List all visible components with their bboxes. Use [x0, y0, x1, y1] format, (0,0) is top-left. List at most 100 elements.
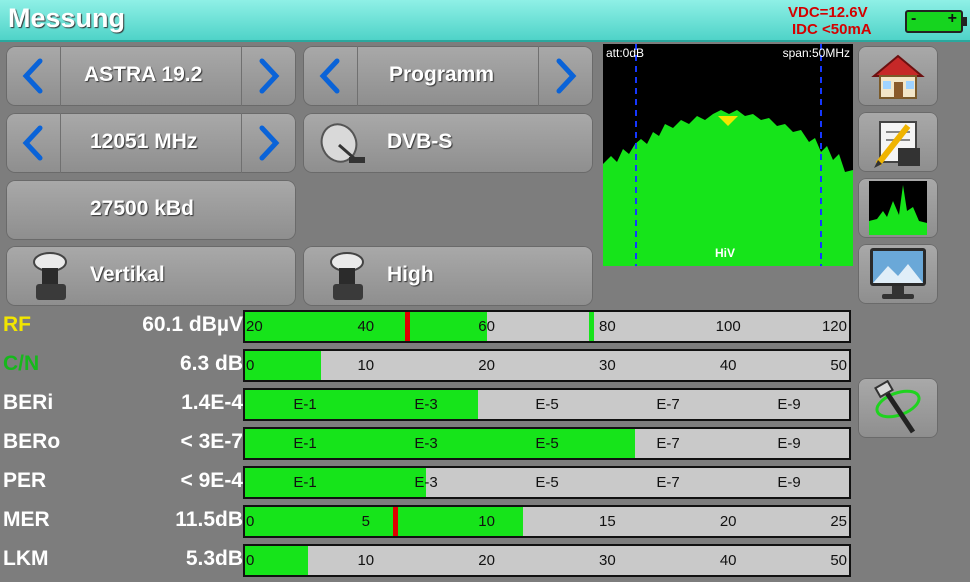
program-label: Programm: [389, 63, 495, 86]
save-edit-button[interactable]: [858, 112, 938, 172]
spectrum-button[interactable]: [858, 178, 938, 238]
measurement-label: BERo: [3, 430, 61, 453]
spectrum-span: span:50MHz: [782, 46, 850, 60]
measurement-tick: E-1: [293, 435, 317, 452]
measurement-tick: E-3: [414, 396, 438, 413]
measurement-tick: E-1: [293, 474, 317, 491]
measurement-tick: E-3: [414, 435, 438, 452]
chevron-left-icon: [22, 125, 43, 161]
measurement-tick: 120: [821, 318, 847, 335]
polarization-label: Vertikal: [90, 263, 165, 286]
measurement-value: 6.3 dB: [179, 352, 243, 375]
lnb-icon: [33, 252, 67, 300]
band-label: High: [387, 263, 434, 286]
frequency-next-button[interactable]: [241, 113, 296, 173]
symbol-rate-label: 27500 kBd: [90, 197, 194, 220]
measurement-tick: 10: [357, 552, 375, 569]
spectrum-trace: [603, 44, 853, 266]
program-next-button[interactable]: [538, 46, 593, 106]
measurement-value: 5.3dB: [185, 547, 243, 570]
standard-button[interactable]: DVB-S: [303, 113, 593, 173]
idc-readout: IDC <50mA: [792, 21, 872, 38]
measurement-bar-fill: [245, 546, 309, 575]
measurement-tick: 100: [715, 318, 741, 335]
measurement-bar: 0 10 20 30 40 50: [243, 349, 851, 382]
frequency-selector: 12051 MHz: [6, 113, 296, 173]
measurement-label: BERi: [3, 391, 54, 414]
measurement-bar-fill: [245, 351, 321, 380]
measurement-marker: [589, 312, 595, 341]
measurement-bar: 20 40 60 80 100 120: [243, 310, 851, 343]
measurement-bar: 0 5 10 15 20 25: [243, 505, 851, 538]
measurement-tick: E-1: [293, 396, 317, 413]
measurement-tick: E-7: [656, 435, 680, 452]
measurement-tick: E-3: [414, 474, 438, 491]
measurement-tick: 30: [599, 357, 616, 374]
spectrum-band: HiV: [715, 246, 736, 260]
measurement-tick: 40: [357, 318, 375, 335]
measurement-bar: E-1 E-3 E-5 E-7 E-9: [243, 427, 851, 460]
measurement-label: LKM: [3, 547, 49, 570]
standard-label: DVB-S: [387, 130, 453, 153]
title-bar: Messung VDC=12.6V IDC <50mA - +: [0, 0, 970, 42]
measurement-bar: E-1 E-3 E-5 E-7 E-9: [243, 388, 851, 421]
measurement-value: < 3E-7: [180, 430, 243, 453]
home-button[interactable]: [858, 46, 938, 106]
measurement-tick: E-7: [656, 396, 680, 413]
frequency-prev-button[interactable]: [6, 113, 61, 173]
measurement-tick: E-9: [777, 396, 801, 413]
measurement-tick: 50: [830, 357, 847, 374]
symbol-rate-button[interactable]: 27500 kBd: [6, 180, 296, 240]
measurement-label: RF: [3, 313, 31, 336]
chevron-left-icon: [319, 58, 340, 94]
measurement-tick: 15: [599, 513, 616, 530]
measurement-value: 60.1 dBµV: [142, 313, 243, 336]
vdc-readout: VDC=12.6V: [788, 4, 868, 21]
measurement-tick: E-7: [656, 474, 680, 491]
measurement-tick: E-9: [777, 435, 801, 452]
measurement-bar: E-1 E-3 E-5 E-7 E-9: [243, 466, 851, 499]
measurement-bar-fill: [245, 390, 478, 419]
monitor-button[interactable]: [858, 244, 938, 304]
spectrum-preview[interactable]: att:0dB span:50MHz HiV: [603, 44, 853, 266]
program-prev-button[interactable]: [303, 46, 358, 106]
measurement-tick: 20: [246, 318, 263, 335]
spectrum-icon: [869, 181, 927, 235]
measurement-tick: 50: [830, 552, 847, 569]
battery-icon: - +: [905, 10, 967, 33]
chevron-right-icon: [259, 125, 280, 161]
measurement-tick: 10: [357, 357, 375, 374]
polarization-button[interactable]: Vertikal: [6, 246, 296, 306]
measurement-tick: E-5: [535, 435, 559, 452]
tools-button[interactable]: [858, 378, 938, 438]
measurement-tick: 25: [830, 513, 847, 530]
satellite-prev-button[interactable]: [6, 46, 61, 106]
measurement-value: 11.5dB: [175, 508, 243, 531]
measurement-tick: 30: [599, 552, 616, 569]
measurement-tick: E-5: [535, 474, 559, 491]
spectrum-att: att:0dB: [606, 46, 645, 60]
tools-icon: [874, 380, 921, 434]
band-button[interactable]: High: [303, 246, 593, 306]
measurement-bar: 0 10 20 30 40 50: [243, 544, 851, 577]
save-edit-icon: [874, 121, 920, 168]
monitor-icon: [870, 248, 926, 299]
measurement-tick: 40: [719, 552, 737, 569]
measurement-tick: 80: [599, 318, 616, 335]
measurement-tick: 5: [361, 513, 370, 530]
measurement-label: C/N: [3, 352, 40, 375]
satellite-next-button[interactable]: [241, 46, 296, 106]
measurement-tick: 0: [246, 357, 255, 374]
chevron-right-icon: [556, 58, 577, 94]
measurement-tick: 40: [719, 357, 737, 374]
power-readout: VDC=12.6V IDC <50mA: [788, 4, 872, 38]
measurement-marker: [405, 312, 411, 341]
satellite-dish-icon: [320, 123, 365, 163]
page-title: Messung: [8, 3, 126, 33]
battery-minus: -: [911, 10, 917, 27]
measurement-tick: 20: [478, 552, 495, 569]
program-selector: Programm: [303, 46, 593, 106]
measurement-tick: E-9: [777, 474, 801, 491]
measurement-marker: [392, 507, 398, 536]
frequency-label: 12051 MHz: [90, 130, 198, 153]
